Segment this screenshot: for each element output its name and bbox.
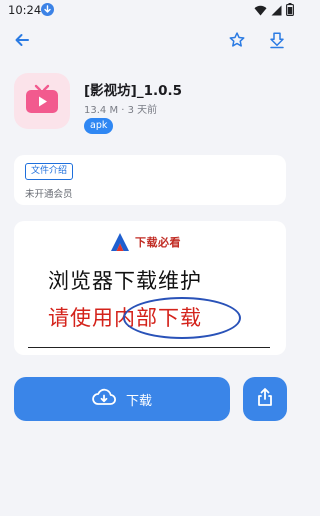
status-time: 10:24	[8, 3, 42, 17]
highlight-circle	[123, 297, 241, 339]
notice-banner: 下载必看 浏览器下载维护 请使用内部下载	[14, 221, 286, 355]
download-notification-icon	[41, 3, 54, 16]
cloud-download-icon	[92, 388, 116, 410]
download-button-label: 下载	[125, 393, 152, 409]
download-arrow-icon	[268, 31, 286, 53]
wifi-icon	[254, 1, 267, 20]
battery-icon	[286, 1, 294, 20]
app-icon	[14, 73, 70, 129]
status-bar: 10:24	[0, 0, 300, 20]
banner-brand: 下载必看	[135, 236, 181, 249]
file-intro-chip[interactable]: 文件介绍	[25, 163, 74, 180]
signal-icon	[271, 1, 282, 20]
status-indicators	[254, 1, 294, 20]
share-button[interactable]	[243, 377, 287, 421]
file-type-badge: apk	[84, 118, 114, 134]
app-meta: 13.4 M · 3 天前	[84, 105, 158, 116]
download-button[interactable]: 下载	[14, 377, 230, 421]
back-arrow-icon	[13, 31, 31, 53]
membership-status: 未开通会员	[25, 189, 73, 200]
share-icon	[256, 387, 274, 411]
top-app-bar	[0, 26, 300, 58]
star-icon	[228, 31, 246, 53]
brand-logo-icon	[110, 232, 130, 252]
download-top-button[interactable]	[265, 30, 289, 54]
banner-divider	[28, 347, 270, 348]
banner-line-1: 浏览器下载维护	[48, 269, 202, 293]
back-button[interactable]	[10, 30, 34, 54]
file-info-card[interactable]: 文件介绍 未开通会员	[14, 155, 286, 205]
video-play-icon	[14, 84, 70, 133]
app-title: [影视坊]_1.0.5	[84, 83, 183, 99]
favorite-button[interactable]	[225, 30, 249, 54]
